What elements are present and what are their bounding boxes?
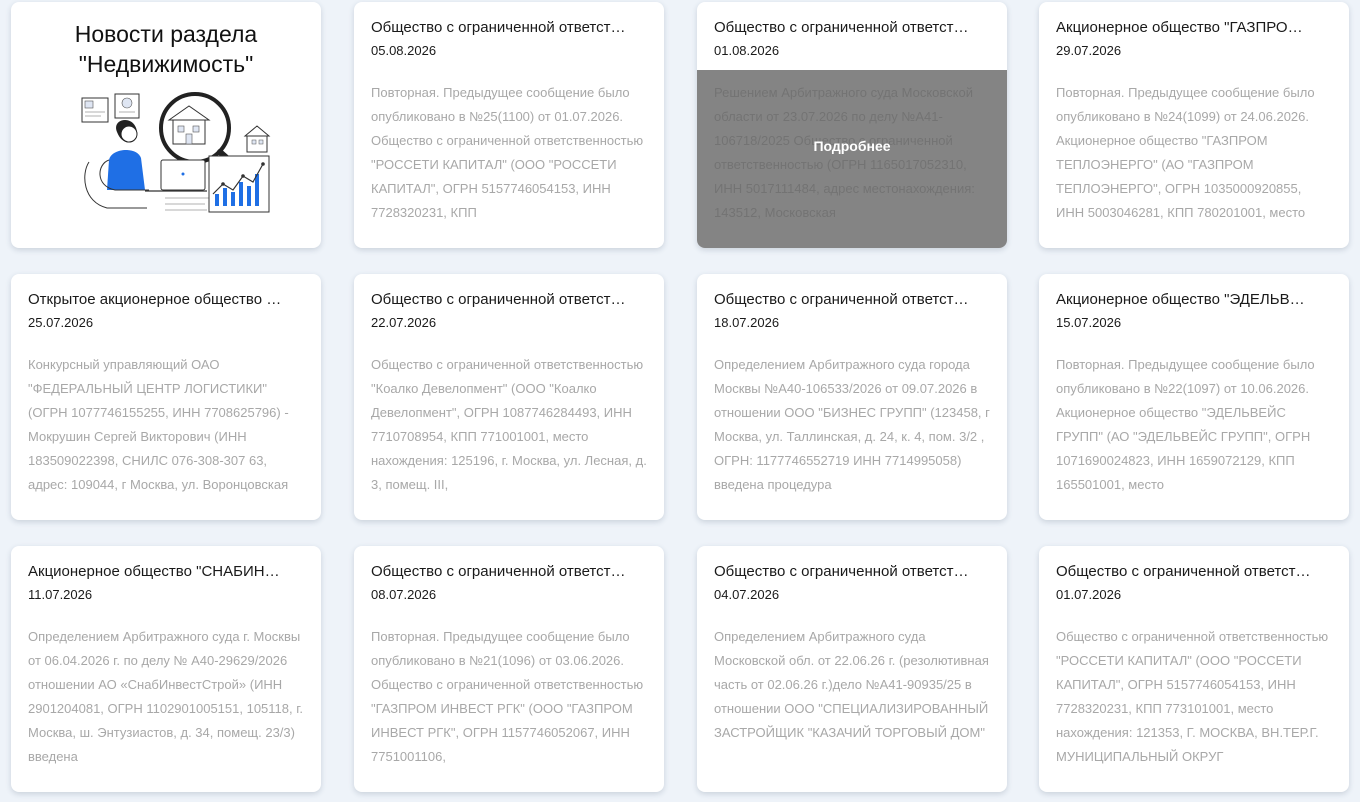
news-card-date: 08.07.2026 — [371, 587, 437, 602]
news-card-date: 01.07.2026 — [1056, 587, 1122, 602]
news-card[interactable]: Общество с ограниченной ответст… 08.07.20… — [354, 546, 664, 792]
news-card-date: 11.07.2026 — [28, 587, 93, 602]
news-card-title[interactable]: Акционерное общество "СНАБИН… — [28, 563, 304, 580]
real-estate-search-illustration — [81, 92, 271, 213]
news-card-title[interactable]: Общество с ограниченной ответст… — [714, 291, 990, 308]
news-card-title[interactable]: Акционерное общество "ЭДЕЛЬВ… — [1056, 291, 1332, 308]
news-card-title[interactable]: Общество с ограниченной ответст… — [371, 563, 647, 580]
section-card-real-estate: Новости раздела "Недвижимость" — [11, 2, 321, 248]
news-card-text: Определением Арбитражного суда Московско… — [714, 629, 989, 740]
news-card[interactable]: Общество с ограниченной ответст… 05.08.20… — [354, 2, 664, 248]
news-card-date: 01.08.2026 — [714, 43, 780, 58]
news-card-date: 15.07.2026 — [1056, 315, 1122, 330]
news-card-text: Повторная. Предыдущее сообщение было опу… — [371, 629, 644, 764]
section-title-line2: "Недвижимость" — [78, 51, 254, 77]
news-card-title[interactable]: Общество с ограниченной ответст… — [371, 291, 647, 308]
news-card-date: 05.08.2026 — [371, 43, 437, 58]
news-card[interactable]: Открытое акционерное общество … 25.07.202… — [11, 274, 321, 520]
section-title-line1: Новости раздела — [74, 21, 258, 47]
news-card-text: Общество с ограниченной ответственностью… — [1056, 629, 1329, 764]
news-card-date: 29.07.2026 — [1056, 43, 1122, 58]
news-card-title[interactable]: Общество с ограниченной ответст… — [714, 563, 990, 580]
news-card[interactable]: Общество с ограниченной ответст… 01.08.20… — [697, 2, 1007, 248]
news-card-date: 04.07.2026 — [714, 587, 780, 602]
details-overlay[interactable]: Подробнее — [697, 70, 1007, 248]
news-card[interactable]: Акционерное общество "ГАЗПРО… 29.07.2026 П… — [1039, 2, 1349, 248]
details-button[interactable]: Подробнее — [813, 138, 890, 154]
news-card[interactable]: Общество с ограниченной ответст… 01.07.20… — [1039, 546, 1349, 792]
news-card[interactable]: Акционерное общество "СНАБИН… 11.07.2026 О… — [11, 546, 321, 792]
news-card-title[interactable]: Акционерное общество "ГАЗПРО… — [1056, 19, 1332, 36]
news-card-title[interactable]: Общество с ограниченной ответст… — [371, 19, 647, 36]
news-card-text: Повторная. Предыдущее сообщение было опу… — [1056, 85, 1315, 220]
news-card-title[interactable]: Общество с ограниченной ответст… — [1056, 563, 1332, 580]
news-card-date: 25.07.2026 — [28, 315, 94, 330]
news-card-text: Определением Арбитражного суда города Мо… — [714, 357, 990, 492]
news-card-date: 18.07.2026 — [714, 315, 780, 330]
news-card-text: Конкурсный управляющий ОАО "ФЕДЕРАЛЬНЫЙ … — [28, 357, 289, 492]
news-card[interactable]: Общество с ограниченной ответст… 04.07.20… — [697, 546, 1007, 792]
news-card-date: 22.07.2026 — [371, 315, 437, 330]
news-card[interactable]: Общество с ограниченной ответст… 22.07.20… — [354, 274, 664, 520]
news-card-title[interactable]: Общество с ограниченной ответст… — [714, 19, 990, 36]
news-card[interactable]: Общество с ограниченной ответст… 18.07.20… — [697, 274, 1007, 520]
news-card[interactable]: Акционерное общество "ЭДЕЛЬВ… 15.07.2026 П… — [1039, 274, 1349, 520]
news-card-title[interactable]: Открытое акционерное общество … — [28, 291, 304, 308]
news-card-text: Общество с ограниченной ответственностью… — [371, 357, 647, 492]
section-title: Новости раздела "Недвижимость" — [11, 19, 321, 79]
news-card-text: Повторная. Предыдущее сообщение было опу… — [1056, 357, 1315, 492]
news-card-text: Повторная. Предыдущее сообщение было опу… — [371, 85, 644, 220]
news-card-text: Определением Арбитражного суда г. Москвы… — [28, 629, 303, 764]
